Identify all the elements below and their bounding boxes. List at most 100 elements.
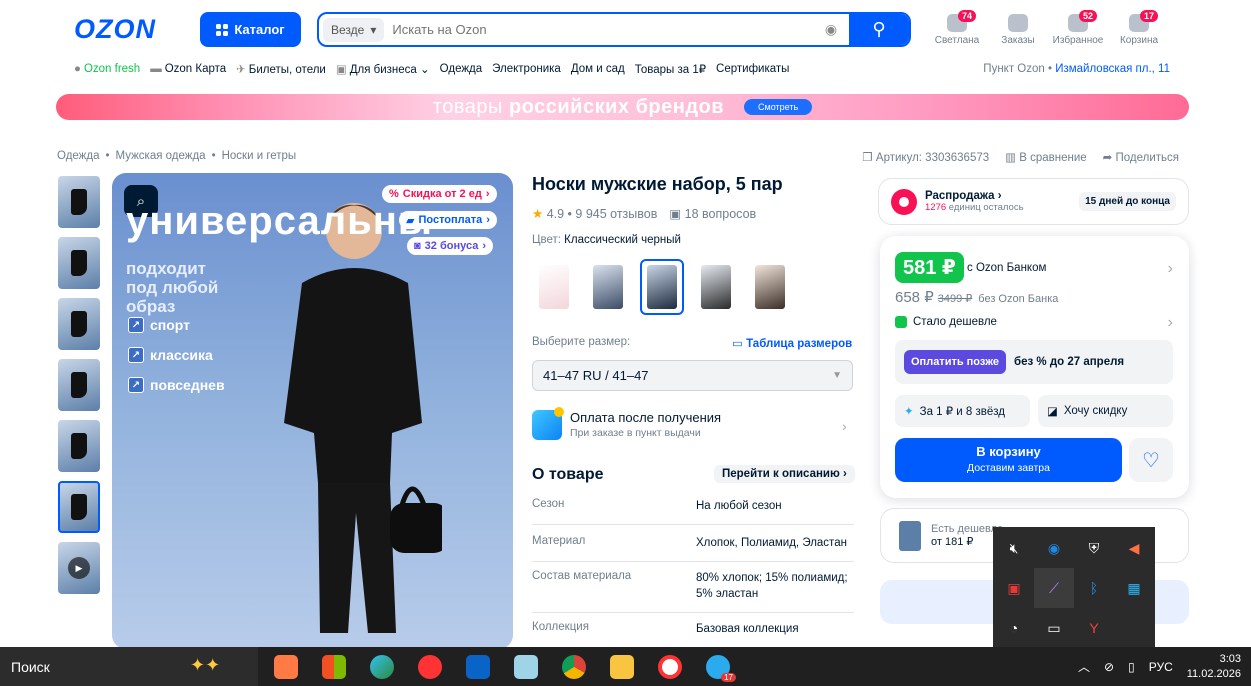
size-table-link[interactable]: ▭ Таблица размеров [732,336,852,350]
explorer-icon[interactable] [602,647,642,686]
nav-certificates[interactable]: Сертификаты [716,63,789,75]
pickup-point[interactable]: Пункт Ozon • Измайловская пл., 11 [983,63,1170,75]
camera-icon[interactable]: ◉ [821,21,841,38]
share-icon: ➦ [1102,152,1116,164]
video-thumbnail[interactable]: ▶ [58,542,100,594]
arrow-down-icon [895,316,907,328]
yandex-app-icon[interactable] [410,647,450,686]
favorites-button[interactable]: 52 Избранное [1048,10,1108,46]
network-error-icon[interactable]: ▣ [994,568,1034,608]
search-scope-select[interactable]: Везде ▾ [323,17,385,42]
swatch[interactable] [532,259,576,315]
thumbnail[interactable] [58,298,100,350]
nav-one-ruble[interactable]: Товары за 1₽ [635,62,706,76]
yandex-icon[interactable]: Y [1074,608,1114,648]
chevron-right-icon[interactable]: › [1168,260,1173,278]
swatch[interactable] [748,259,792,315]
spec-value: На любой сезон [696,500,782,512]
chevron-up-icon[interactable]: ︿ [1078,658,1090,675]
rating-link[interactable]: ★ 4.9 • 9 945 отзывов [532,206,657,221]
catalog-button[interactable]: Каталог [200,12,301,47]
display-icon[interactable]: ▦ [1114,568,1154,608]
thumbnail[interactable] [58,237,100,289]
nav-tickets[interactable]: ✈ Билеты, отели [236,62,326,76]
main-product-image[interactable]: ⌕ универсальны подходит под любой образ ↗ с… [112,173,513,649]
nav-electronics[interactable]: Электроника [492,63,561,75]
nav-label: Билеты, отели [248,64,326,76]
promo-banner[interactable]: товары российских брендов Смотреть [56,94,1189,120]
outlook-icon[interactable] [458,647,498,686]
nav-ozon-fresh[interactable]: ● Ozon fresh [74,63,140,75]
orders-button[interactable]: Заказы [988,14,1048,46]
notes-icon[interactable] [506,647,546,686]
pay-after-receipt[interactable]: Оплата после получения При заказе в пункт… [532,407,721,440]
nav-ozon-card[interactable]: ▬ Ozon Карта [150,63,226,75]
pen-icon[interactable]: ⟋ [1034,568,1074,608]
taskbar-search[interactable]: Поиск ✦✦ [0,647,258,686]
add-to-cart-button[interactable]: В корзину Доставим завтра [895,438,1122,482]
phone-link-icon[interactable]: ▯ [1128,660,1135,674]
bluetooth-icon[interactable]: ᛒ [1074,568,1114,608]
profile-button[interactable]: 74 Светлана [927,10,987,46]
system-area: ︿ ⊘ ▯ РУС 3:03 11.02.2026 [1078,652,1251,682]
banner-button[interactable]: Смотреть [744,99,813,115]
sale-icon [891,188,917,215]
shield-icon[interactable]: ⛨ [1074,528,1114,568]
wifi-icon[interactable]: ◔ [994,608,1034,648]
nav-label: Для бизнеса [349,64,417,76]
media-app-icon[interactable] [266,647,306,686]
size-select[interactable]: 41–47 RU / 41–47 ▼ [532,360,853,391]
edge-icon[interactable] [362,647,402,686]
thumbnail[interactable] [58,359,100,411]
search-input[interactable] [392,22,821,37]
to-description-button[interactable]: Перейти к описанию › [714,465,855,483]
swatch[interactable] [586,259,630,315]
subtitle-line: образ [126,297,176,316]
nav-home-garden[interactable]: Дом и сад [571,63,625,75]
sale-card[interactable]: Распродажа › 1276 единиц осталось 15 дней… [878,178,1189,225]
swatch[interactable] [694,259,738,315]
browser-icon[interactable]: ◉ [1034,528,1074,568]
thumbnail[interactable] [58,176,100,228]
nav-business[interactable]: ▣ Для бизнеса ⌄ [336,62,430,76]
spec-value: Хлопок, Полиамид, Эластан [696,537,847,549]
compare-button[interactable]: ▥ В сравнение [1005,150,1087,164]
breadcrumb-item[interactable]: Одежда [57,150,99,162]
language-indicator[interactable]: РУС [1149,660,1173,674]
ozon-logo[interactable]: OZON [74,14,156,45]
yandex-browser-icon[interactable] [650,647,690,686]
share-button[interactable]: ➦ Поделиться [1103,150,1179,164]
feature-item: ↗ повседнев [128,377,225,393]
breadcrumb-item[interactable]: Мужская одежда [116,150,206,162]
article-number[interactable]: ❐ Артикул: 3303636573 [862,150,989,164]
nav-clothes[interactable]: Одежда [440,63,482,75]
speaker-icon[interactable]: ◀ [1114,528,1154,568]
telegram-icon[interactable]: 17 [698,647,738,686]
store-icon[interactable] [314,647,354,686]
clock[interactable]: 3:03 11.02.2026 [1187,652,1241,682]
mute-icon[interactable]: 🔇︎ [994,528,1034,568]
pay-later-button[interactable]: Оплатить позже [904,350,1006,374]
arrow-icon: ↗ [128,317,144,333]
network-icon[interactable]: ⊘ [1104,660,1114,674]
want-discount-option[interactable]: ◪ Хочу скидку [1038,395,1173,427]
stars-option[interactable]: ✦ За 1 ₽ и 8 звёзд [895,395,1030,427]
cart-button[interactable]: 17 Корзина [1109,10,1169,46]
breadcrumb-item[interactable]: Носки и гетры [222,150,297,162]
postpay-pill[interactable]: ▰ Постоплата › [399,211,497,229]
discount-pill[interactable]: % Скидка от 2 ед › [382,185,497,203]
user-icon: 74 [947,10,977,32]
about-heading: О товаре [532,466,604,483]
favorite-button[interactable]: ♡ [1129,438,1173,482]
thumbnail-selected[interactable] [58,481,100,533]
search-button[interactable]: ⚲ [849,14,909,45]
battery-icon[interactable]: ▭ [1034,608,1074,648]
chevron-right-icon: › [842,418,847,434]
chrome-icon[interactable] [554,647,594,686]
questions-link[interactable]: ▣ 18 вопросов [669,206,756,221]
price-dropped[interactable]: Стало дешевле [895,316,997,328]
bonus-pill[interactable]: ◙ 32 бонуса › [407,237,493,255]
swatch-selected[interactable] [640,259,684,315]
thumbnail[interactable] [58,420,100,472]
pay-later-block[interactable]: Оплатить позже без % до 27 апреля [895,340,1173,384]
